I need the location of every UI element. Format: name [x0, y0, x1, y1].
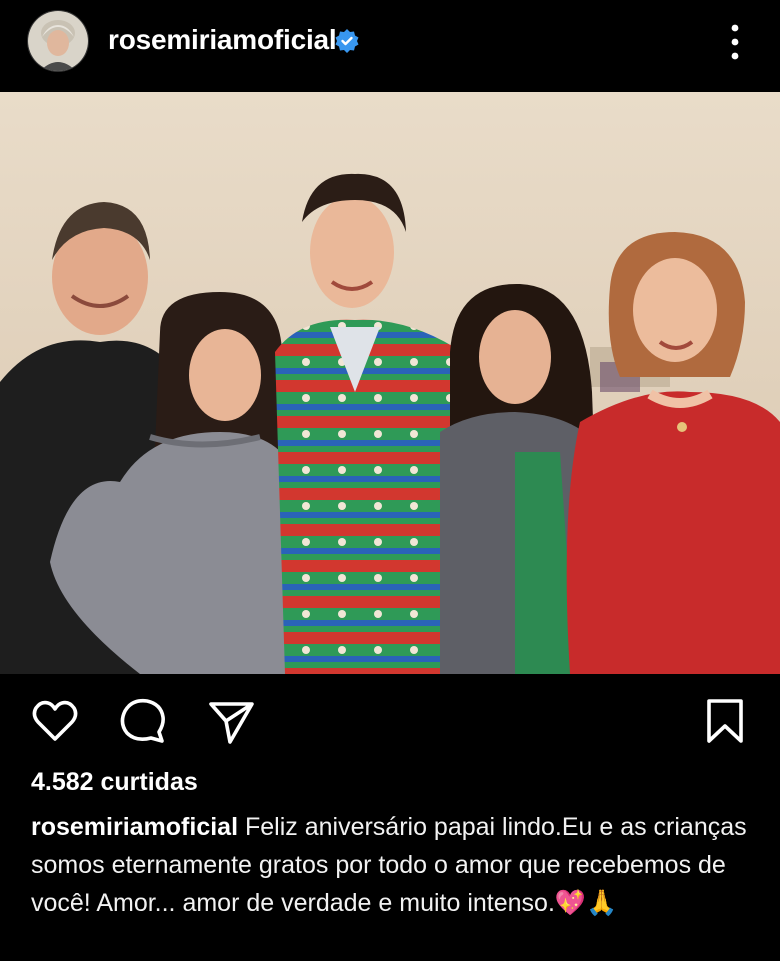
post-caption: rosemiriamoficial Feliz aniversário papa… — [31, 808, 751, 922]
send-icon[interactable] — [206, 696, 256, 746]
like-count[interactable]: 4.582 curtidas — [31, 768, 198, 797]
caption-username[interactable]: rosemiriamoficial — [31, 813, 238, 841]
post-photo[interactable] — [0, 92, 780, 674]
post-username[interactable]: rosemiriamoficial — [108, 24, 337, 56]
profile-avatar[interactable] — [27, 10, 89, 72]
comment-icon[interactable] — [118, 696, 168, 746]
post-actions — [0, 674, 780, 760]
more-options-icon[interactable] — [720, 20, 750, 64]
heart-icon[interactable] — [30, 696, 80, 746]
post-header: rosemiriamoficial — [0, 0, 780, 92]
bookmark-icon[interactable] — [700, 696, 750, 746]
verified-badge-icon — [335, 29, 359, 53]
